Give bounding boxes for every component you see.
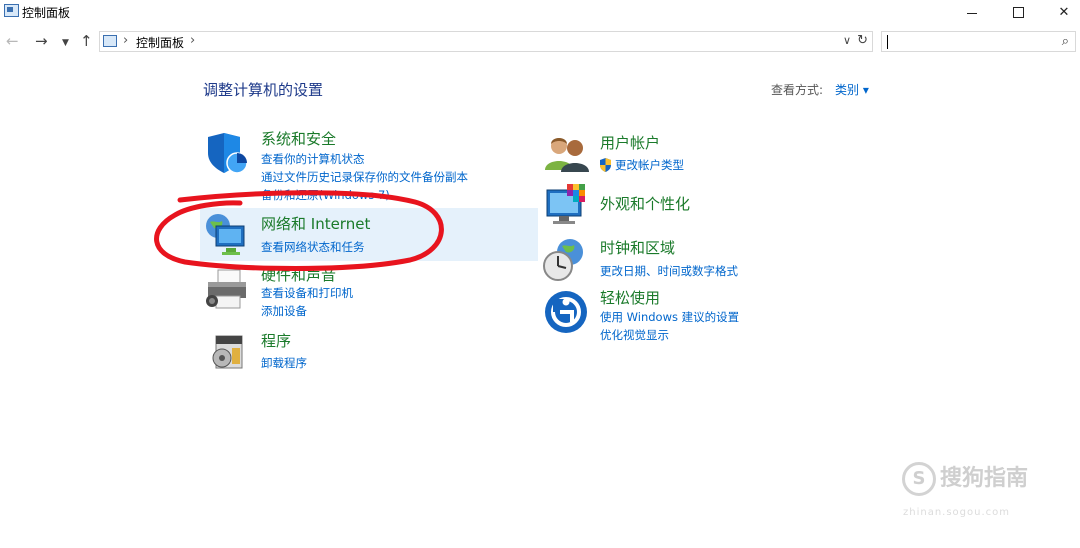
minimize-icon — [967, 12, 977, 14]
link-view-network-status[interactable]: 查看网络状态和任务 — [261, 239, 365, 255]
programs-icon[interactable] — [208, 332, 252, 376]
up-arrow-icon[interactable]: ↑ — [80, 32, 93, 50]
control-panel-icon — [4, 4, 19, 17]
link-file-history-backup[interactable]: 通过文件历史记录保存你的文件备份副本 — [261, 169, 468, 185]
search-icon[interactable]: ⌕ — [1062, 34, 1069, 49]
link-change-account-type[interactable]: 更改帐户类型 — [615, 157, 684, 173]
link-optimize-visual-display[interactable]: 优化视觉显示 — [600, 327, 669, 343]
link-windows-recommended-settings[interactable]: 使用 Windows 建议的设置 — [600, 309, 739, 325]
category-hardware-sound-title[interactable]: 硬件和声音 — [261, 264, 336, 285]
network-globe-icon[interactable] — [204, 212, 248, 256]
clock-globe-icon[interactable] — [542, 238, 586, 282]
category-appearance-title[interactable]: 外观和个性化 — [600, 193, 690, 214]
close-button[interactable]: ✕ — [1041, 0, 1080, 24]
recent-locations-chevron-icon[interactable]: ▼ — [62, 38, 69, 48]
search-input[interactable]: ⌕ — [881, 31, 1076, 52]
link-add-device[interactable]: 添加设备 — [261, 303, 307, 319]
watermark-url: zhinan.sogou.com — [903, 507, 1011, 518]
link-view-devices-printers[interactable]: 查看设备和打印机 — [261, 285, 353, 301]
maximize-icon — [1012, 6, 1024, 18]
control-panel-icon — [103, 35, 117, 47]
breadcrumb-chevron-icon[interactable]: › — [190, 33, 195, 48]
uac-shield-icon — [599, 157, 612, 176]
address-bar[interactable]: › 控制面板 › ∨ ↻ — [99, 31, 873, 52]
category-network-internet-title[interactable]: 网络和 Internet — [261, 213, 370, 234]
window-title: 控制面板 — [22, 6, 71, 20]
minimize-button[interactable] — [949, 0, 995, 24]
refresh-icon[interactable]: ↻ — [857, 33, 868, 48]
view-by-dropdown[interactable]: 类别 ▾ — [835, 81, 869, 98]
forward-arrow-icon[interactable]: → — [35, 32, 48, 50]
title-bar: 控制面板 ✕ — [0, 0, 1080, 24]
sogou-logo-icon: S — [902, 462, 936, 496]
view-by-label: 查看方式: — [771, 83, 824, 97]
link-view-computer-status[interactable]: 查看你的计算机状态 — [261, 151, 365, 167]
users-icon[interactable] — [545, 134, 589, 178]
close-icon: ✕ — [1058, 4, 1070, 20]
category-system-security-title[interactable]: 系统和安全 — [261, 128, 336, 149]
category-programs-title[interactable]: 程序 — [261, 330, 291, 351]
link-change-date-time-format[interactable]: 更改日期、时间或数字格式 — [600, 263, 738, 279]
link-uninstall-program[interactable]: 卸载程序 — [261, 355, 307, 371]
category-user-accounts-title[interactable]: 用户帐户 — [600, 132, 660, 153]
ease-of-access-icon[interactable] — [544, 290, 588, 334]
watermark-brand: 搜狗指南 — [940, 466, 1029, 491]
breadcrumb-chevron-icon[interactable]: › — [123, 33, 128, 48]
category-ease-of-access-title[interactable]: 轻松使用 — [600, 287, 660, 308]
watermark-logo: S 搜狗指南 — [902, 460, 1028, 496]
address-dropdown-chevron-icon[interactable]: ∨ — [843, 34, 851, 47]
printer-icon[interactable] — [204, 268, 248, 312]
back-arrow-icon[interactable]: ← — [6, 32, 19, 50]
category-clock-region-title[interactable]: 时钟和区域 — [600, 237, 675, 258]
shield-icon[interactable] — [204, 131, 248, 175]
link-backup-restore-win7[interactable]: 备份和还原(Windows 7) — [261, 187, 390, 203]
text-caret — [887, 35, 888, 49]
appearance-monitor-icon[interactable] — [545, 184, 589, 228]
maximize-button[interactable] — [995, 0, 1041, 24]
page-title: 调整计算机的设置 — [203, 81, 324, 99]
breadcrumb-control-panel[interactable]: 控制面板 — [136, 34, 184, 51]
